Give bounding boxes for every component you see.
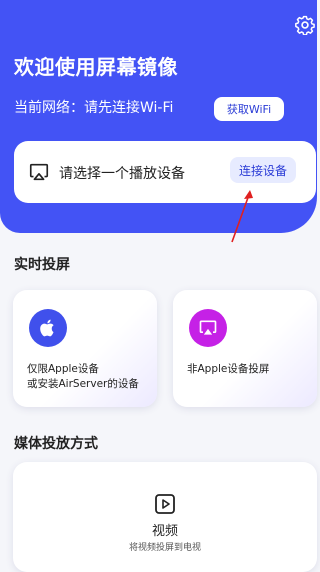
apple-card-line1: 仅限Apple设备 xyxy=(27,363,99,375)
device-selector-card[interactable]: 请选择一个播放设备 连接设备 xyxy=(14,141,316,203)
arrow-annotation xyxy=(231,190,253,243)
section-title-media: 媒体投放方式 xyxy=(14,436,98,452)
network-status: 当前网络：请先连接Wi-Fi xyxy=(14,100,174,116)
non-apple-card-text: 非Apple设备投屏 xyxy=(187,362,269,377)
video-cast-card[interactable]: 视频 将视频投屏到电视 xyxy=(13,462,317,572)
airplay-icon xyxy=(29,163,49,181)
apple-card-line2: 或安装AirServer的设备 xyxy=(27,378,139,390)
get-wifi-button[interactable]: 获取WiFi xyxy=(214,97,284,121)
non-apple-card-line1: 非Apple设备投屏 xyxy=(187,363,270,375)
apple-icon xyxy=(40,319,54,337)
video-subtitle: 将视频投屏到电视 xyxy=(128,543,201,553)
gear-icon[interactable] xyxy=(295,15,315,35)
apple-card-text: 仅限Apple设备 或安装AirServer的设备 xyxy=(27,362,139,392)
play-icon xyxy=(155,494,175,514)
airplay-icon xyxy=(199,320,217,335)
apple-cast-card[interactable]: 仅限Apple设备 或安装AirServer的设备 xyxy=(13,290,157,407)
video-title: 视频 xyxy=(151,524,178,539)
airplay-icon-circle xyxy=(189,309,227,347)
connect-device-button[interactable]: 连接设备 xyxy=(230,157,296,183)
non-apple-cast-card[interactable]: 非Apple设备投屏 xyxy=(173,290,317,407)
header-banner: 欢迎使用屏幕镜像 当前网络：请先连接Wi-Fi 获取WiFi 请选择一个播放设备… xyxy=(0,0,317,233)
apple-icon-circle xyxy=(29,309,67,347)
section-title-realtime: 实时投屏 xyxy=(14,257,70,273)
page-title: 欢迎使用屏幕镜像 xyxy=(14,55,178,79)
device-label: 请选择一个播放设备 xyxy=(59,166,185,182)
